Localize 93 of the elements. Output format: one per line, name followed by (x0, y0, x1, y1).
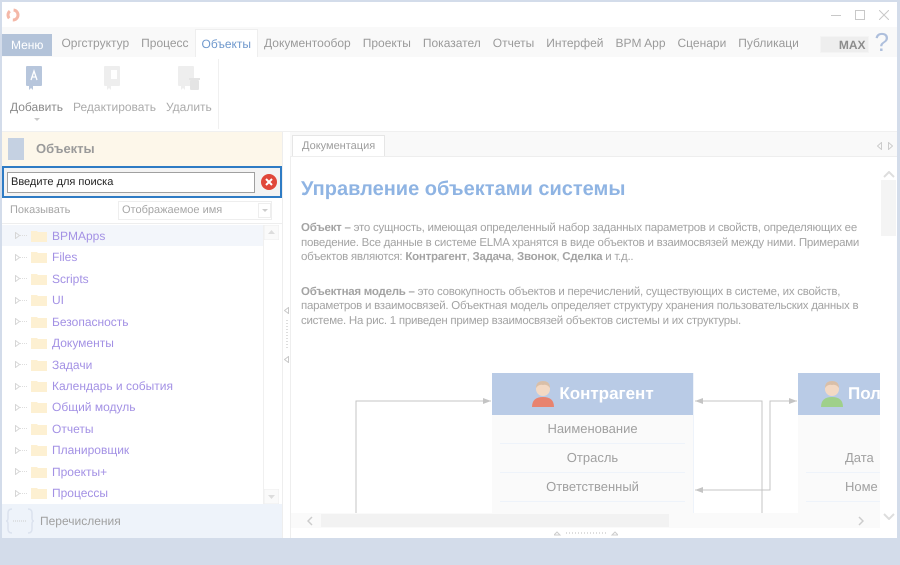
display-select[interactable]: Отображаемое имя (118, 200, 272, 220)
menu-tab[interactable]: Оргструктур (55, 29, 136, 57)
expand-arrow-icon[interactable] (15, 232, 27, 240)
menu-tab[interactable]: Интерфей (540, 29, 610, 57)
folder-icon (31, 358, 47, 371)
panel-footer-title: Перечисления (40, 513, 121, 530)
expand-arrow-icon[interactable] (15, 296, 27, 304)
entity-field: Ответственный (546, 477, 639, 497)
menu-tab[interactable]: Сценари (672, 29, 732, 57)
menu-tab[interactable]: Проекты (356, 29, 417, 57)
show-label: Показывать (10, 202, 72, 218)
scroll-right-icon[interactable] (858, 516, 864, 526)
tree-item[interactable]: Документы (2, 332, 263, 354)
collapse-arrow-icon[interactable] (284, 307, 289, 314)
close-icon (265, 178, 273, 186)
expand-arrow-icon[interactable] (15, 468, 27, 476)
entity-title: Контрагент (559, 383, 654, 406)
tree-item[interactable]: Планировщик (2, 440, 263, 462)
menu-tab[interactable]: Документообор (258, 29, 357, 57)
collapse-arrow-icon[interactable] (284, 356, 289, 363)
book-trash-icon (176, 65, 202, 92)
tree-item[interactable]: Безопасность (2, 310, 263, 332)
tree-item[interactable]: Scripts (2, 268, 263, 290)
maximize-icon[interactable] (855, 10, 865, 20)
entity-field: Номе (845, 477, 878, 497)
expand-arrow-icon[interactable] (15, 318, 27, 326)
folder-icon (31, 444, 47, 456)
edition-badge: MAX (820, 36, 869, 53)
expand-arrow-icon[interactable] (15, 446, 27, 454)
tree-item[interactable]: Календарь и события (2, 375, 263, 397)
expand-arrow-icon[interactable] (15, 361, 27, 368)
tab-left-icon[interactable] (877, 142, 882, 150)
book-icon (8, 138, 24, 160)
menu-tab[interactable]: Публикаци (732, 29, 805, 57)
expand-arrow-icon[interactable] (15, 275, 27, 282)
folder-icon (31, 380, 47, 392)
folder-icon (31, 487, 47, 500)
tab-right-icon[interactable] (888, 142, 893, 150)
folder-icon (31, 230, 47, 242)
menu-tab[interactable]: Процесс (135, 29, 195, 57)
scroll-down-icon[interactable] (882, 513, 894, 520)
scroll-left-icon[interactable] (307, 516, 313, 526)
tree-item[interactable]: BPMApps (2, 225, 263, 246)
menu-tab[interactable]: BPM App (609, 29, 672, 57)
scroll-down-icon[interactable] (264, 489, 279, 504)
document-heading: Управление объектами системы (301, 177, 626, 202)
expand-arrow-icon[interactable] (15, 340, 27, 347)
expand-arrow-icon[interactable] (15, 254, 27, 261)
toolbar-button[interactable]: Добавить (10, 65, 64, 121)
expand-arrow-icon[interactable] (15, 382, 27, 390)
entity-field: Отрасль (566, 448, 618, 468)
menu-button[interactable]: Меню (2, 34, 52, 56)
tree-item[interactable]: Процессы (2, 482, 263, 504)
folder-icon (31, 316, 47, 328)
scroll-thumb[interactable] (321, 514, 669, 527)
folder-icon (31, 272, 47, 285)
tree-item[interactable]: Files (2, 246, 263, 268)
splitter-handle-icon[interactable] (554, 530, 618, 536)
tree-item[interactable]: Задачи (2, 354, 263, 376)
document-tab[interactable]: Документация (292, 135, 386, 156)
folder-icon (31, 401, 47, 414)
search-field[interactable]: Введите для поиска (7, 172, 255, 192)
app-logo-icon (6, 8, 20, 22)
expand-arrow-icon[interactable] (15, 404, 27, 411)
entity-field: Наименование (547, 419, 638, 439)
tree-item[interactable]: Общий модуль (2, 396, 263, 418)
folder-icon (31, 466, 47, 478)
paragraph: Объектная модель – это совокупность объектов и перечислений, существующих в системе, их свойств, параметров и взаимосвязей. Объектная модель определяет структуру хранения пользовательских данных в системе. На рис. 1 приведен пример взаимосвязей объектов системы и их структуры. (301, 284, 860, 328)
splitter-handle-icon[interactable] (286, 320, 288, 350)
folder-icon (31, 422, 47, 435)
help-button[interactable]: ? (874, 29, 889, 55)
clear-button[interactable] (261, 174, 277, 190)
tree-item[interactable]: Проекты+ (2, 461, 263, 483)
tree-item[interactable]: Отчеты (2, 418, 263, 440)
entity-field: Дата (845, 448, 874, 468)
menu-tab[interactable]: Отчеты (486, 29, 540, 57)
folder-icon (31, 337, 47, 350)
folder-icon (31, 294, 47, 306)
expand-arrow-icon[interactable] (15, 490, 27, 497)
folder-icon (31, 251, 47, 264)
paragraph: Объект – это сущность, имеющая определенный набор заданных параметров и свойств, определяющих ее поведение. Все данные в системе ELMA хранятся в виде объектов и взаимосвязей между ними. Примерами объектов являются: Контрагент, Задача, Звонок, Сделка и т.д.. (301, 221, 860, 264)
scroll-up-icon[interactable] (264, 225, 279, 240)
menu-tab[interactable]: Показател (416, 29, 487, 57)
close-icon[interactable] (879, 10, 889, 20)
tree-item[interactable]: UI (2, 289, 263, 311)
entity-title: Пол (848, 383, 880, 406)
panel-title: Объекты (36, 140, 95, 158)
scroll-up-icon[interactable] (882, 171, 894, 178)
menu-tab[interactable]: Объекты (194, 29, 258, 57)
horizontal-scrollbar[interactable] (291, 513, 880, 528)
expand-arrow-icon[interactable] (15, 425, 27, 432)
scroll-thumb[interactable] (881, 180, 896, 236)
braces-icon (6, 508, 34, 534)
